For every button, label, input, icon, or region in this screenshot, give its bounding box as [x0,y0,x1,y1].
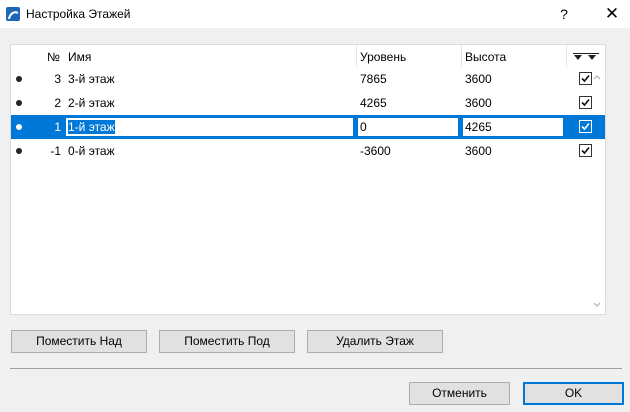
checkmark-icon [581,98,590,107]
floor-level[interactable]: 4265 [360,96,387,110]
help-button[interactable]: ? [552,3,576,25]
column-divider[interactable] [356,45,357,67]
window-title: Настройка Этажей [26,7,131,21]
floor-marker-icon [16,148,22,154]
floor-name-input[interactable]: 1-й этаж [65,117,354,137]
checkmark-icon [581,74,590,83]
place-below-button[interactable]: Поместить Под [159,330,295,353]
archicad-app-icon [6,7,20,21]
table-header: № Имя Уровень Высота [11,45,605,67]
column-level-header[interactable]: Уровень [360,50,406,64]
table-row[interactable]: -1 0-й этаж -3600 3600 [11,139,605,163]
delete-floor-button[interactable]: Удалить Этаж [307,330,443,353]
floor-number: -1 [50,144,61,158]
floor-height[interactable]: 3600 [465,96,492,110]
floors-table: № Имя Уровень Высота 3 3-й этаж 7865 360… [10,44,606,315]
show-hide-toggle-icon[interactable] [571,52,601,62]
floor-visible-checkbox[interactable] [579,96,592,109]
floor-level-input[interactable]: 0 [357,117,459,137]
floor-marker-icon [16,100,22,106]
place-above-button[interactable]: Поместить Над [11,330,147,353]
floor-name[interactable]: 0-й этаж [68,144,115,158]
scroll-down-icon[interactable] [591,299,603,311]
column-divider[interactable] [461,45,462,67]
column-number-header[interactable]: № [47,50,60,64]
floor-level[interactable]: 7865 [360,72,387,86]
floor-name[interactable]: 2-й этаж [68,96,115,110]
floor-marker-icon [16,124,22,130]
floor-height-input[interactable]: 4265 [462,117,564,137]
floor-marker-icon [16,76,22,82]
close-button[interactable]: ✕ [598,2,626,26]
floor-number: 1 [54,120,61,134]
table-row-selected[interactable]: 1 1-й этаж 0 4265 [11,115,605,139]
floor-name[interactable]: 3-й этаж [68,72,115,86]
floor-visible-checkbox[interactable] [579,144,592,157]
divider [10,368,622,369]
table-row[interactable]: 3 3-й этаж 7865 3600 [11,67,605,91]
title-bar: Настройка Этажей ? ✕ [0,0,630,28]
floor-height[interactable]: 3600 [465,144,492,158]
cancel-button[interactable]: Отменить [409,382,510,405]
ok-button[interactable]: OK [523,382,624,405]
checkmark-icon [581,122,590,131]
column-divider[interactable] [566,45,567,67]
floor-level[interactable]: -3600 [360,144,391,158]
checkmark-icon [581,146,590,155]
floor-name-selected-text: 1-й этаж [68,120,115,134]
floor-visible-checkbox[interactable] [579,120,592,133]
scroll-up-icon[interactable] [591,71,603,83]
column-name-header[interactable]: Имя [68,50,91,64]
column-height-header[interactable]: Высота [465,50,506,64]
floor-number: 3 [54,72,61,86]
table-row[interactable]: 2 2-й этаж 4265 3600 [11,91,605,115]
floor-number: 2 [54,96,61,110]
floor-height[interactable]: 3600 [465,72,492,86]
